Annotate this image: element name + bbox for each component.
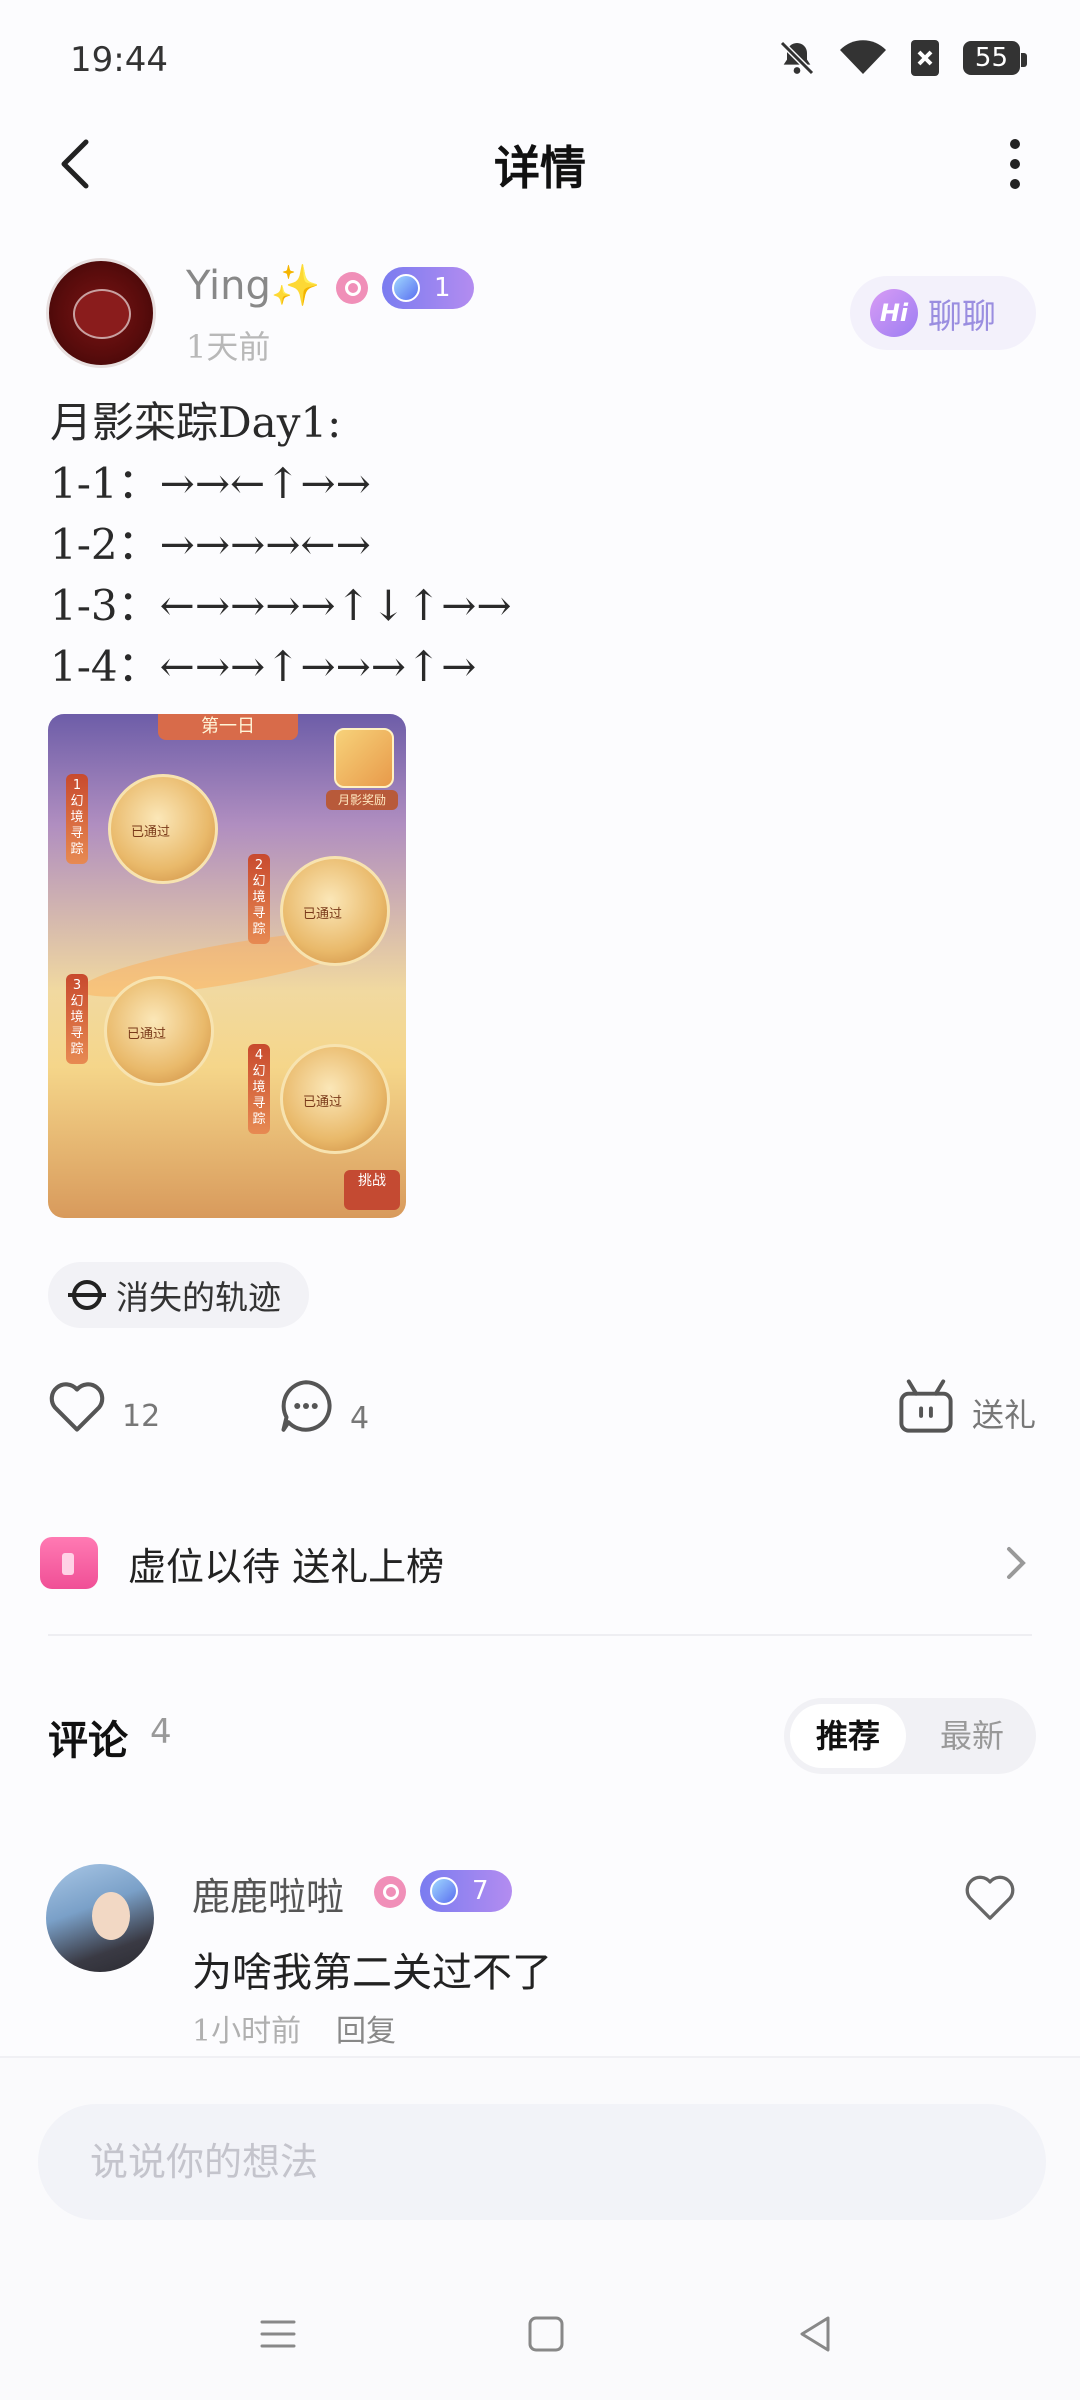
status-bar: 19:44 55 xyxy=(0,0,1080,120)
post-line: 1-2：→→→→←→ xyxy=(50,520,371,569)
post-time: 1天前 xyxy=(186,328,271,366)
level-node: 已通过 xyxy=(280,856,390,966)
image-gift-box xyxy=(334,728,394,788)
comment-text: 为啥我第二关过不了 xyxy=(192,1950,552,1996)
passed-label: 已通过 xyxy=(303,907,343,922)
chat-button[interactable]: Hi 聊聊 xyxy=(850,276,1036,350)
bell-off-icon xyxy=(779,40,814,76)
post-line: 1-3：←→→→→↑↓↑→→ xyxy=(50,581,512,630)
author-level-badge: 1 xyxy=(382,267,474,309)
comment-icon xyxy=(281,1380,332,1432)
post-image[interactable]: 第一日 月影奖励 1 幻境寻踪 已通过 2 幻境寻踪 已通过 3 幻境寻踪 已通… xyxy=(48,714,406,1218)
page-title: 详情 xyxy=(494,141,586,195)
author-level: 1 xyxy=(434,273,451,303)
node-tag: 3 幻境寻踪 xyxy=(66,974,88,1064)
post-line: 1-1：→→←↑→→ xyxy=(50,459,371,508)
author-name[interactable]: Ying✨ xyxy=(186,262,321,309)
sim-off-icon xyxy=(910,40,939,76)
image-gift-label: 月影奖励 xyxy=(326,790,398,810)
topic-chip[interactable]: 消失的轨迹 xyxy=(48,1262,309,1328)
author-avatar[interactable] xyxy=(46,258,156,368)
divider xyxy=(48,1634,1032,1636)
home-square-icon[interactable] xyxy=(516,2304,576,2364)
level-node: 已通过 xyxy=(280,1044,390,1154)
gift-box-icon xyxy=(40,1537,98,1589)
heart-icon xyxy=(49,1382,105,1432)
topic-label: 消失的轨迹 xyxy=(116,1278,281,1317)
passed-label: 已通过 xyxy=(131,825,171,840)
gift-rank-label: 虚位以待 送礼上榜 xyxy=(128,1544,445,1589)
node-tag: 2 幻境寻踪 xyxy=(248,854,270,944)
status-time: 19:44 xyxy=(70,40,168,80)
node-tag: 4 幻境寻踪 xyxy=(248,1044,270,1134)
comment-heart-icon[interactable] xyxy=(962,1868,1018,1924)
gem-icon xyxy=(392,274,420,302)
top-app-bar: 详情 xyxy=(0,120,1080,210)
gift-icon xyxy=(899,1379,953,1433)
passed-label: 已通过 xyxy=(303,1095,343,1110)
level-node: 已通过 xyxy=(108,774,218,884)
commenter-avatar[interactable] xyxy=(46,1864,154,1972)
post-line: 1-4：←→→↑→→→↑→ xyxy=(50,642,477,691)
gem-icon xyxy=(430,1877,458,1905)
like-button[interactable]: 12 xyxy=(46,1376,160,1434)
commenter-name[interactable]: 鹿鹿啦啦 xyxy=(192,1866,344,1921)
comments-title: 评论 xyxy=(48,1717,128,1764)
chevron-right-icon xyxy=(1007,1547,1026,1579)
search-badge-icon xyxy=(374,1876,406,1908)
status-icons: 55 xyxy=(777,38,1028,78)
gift-label: 送礼 xyxy=(972,1396,1037,1434)
search-badge-icon xyxy=(336,272,368,304)
post-line: 月影栾踪Day1: xyxy=(50,398,342,447)
sort-latest-tab[interactable]: 最新 xyxy=(914,1704,1030,1768)
gift-rank-row[interactable]: 虚位以待 送礼上榜 xyxy=(40,1524,1040,1602)
back-triangle-icon[interactable] xyxy=(786,2304,846,2364)
post-text: 月影栾踪Day1: 1-1：→→←↑→→ 1-2：→→→→←→ 1-3：←→→→→↑↓… xyxy=(50,392,512,697)
commenter-level: 7 xyxy=(472,1876,489,1906)
menu-icon[interactable] xyxy=(248,2304,308,2364)
topic-icon xyxy=(68,1280,106,1310)
commenter-level-badge: 7 xyxy=(420,1870,512,1912)
hi-icon: Hi xyxy=(870,289,918,337)
comment-count: 4 xyxy=(350,1401,370,1436)
reply-button[interactable]: 回复 xyxy=(336,2006,396,2050)
battery-indicator: 55 xyxy=(962,41,1028,75)
like-count: 12 xyxy=(122,1399,161,1434)
more-vertical-icon[interactable] xyxy=(990,134,1040,194)
gift-button[interactable]: 送礼 xyxy=(894,1376,1036,1436)
wifi-icon xyxy=(839,40,886,74)
comments-count: 4 xyxy=(150,1712,172,1752)
image-banner: 第一日 xyxy=(158,714,298,740)
image-challenge-label: 挑战 xyxy=(344,1170,400,1210)
comment-input[interactable] xyxy=(38,2104,1046,2220)
level-node: 已通过 xyxy=(104,976,214,1086)
sort-recommended-tab[interactable]: 推荐 xyxy=(790,1704,906,1768)
passed-label: 已通过 xyxy=(127,1027,167,1042)
chat-button-label: 聊聊 xyxy=(928,296,996,337)
comment-button[interactable]: 4 xyxy=(276,1376,369,1436)
node-tag: 1 幻境寻踪 xyxy=(66,774,88,864)
comment-time: 1小时前 xyxy=(192,2014,302,2049)
sort-toggle: 推荐 最新 xyxy=(784,1698,1036,1774)
